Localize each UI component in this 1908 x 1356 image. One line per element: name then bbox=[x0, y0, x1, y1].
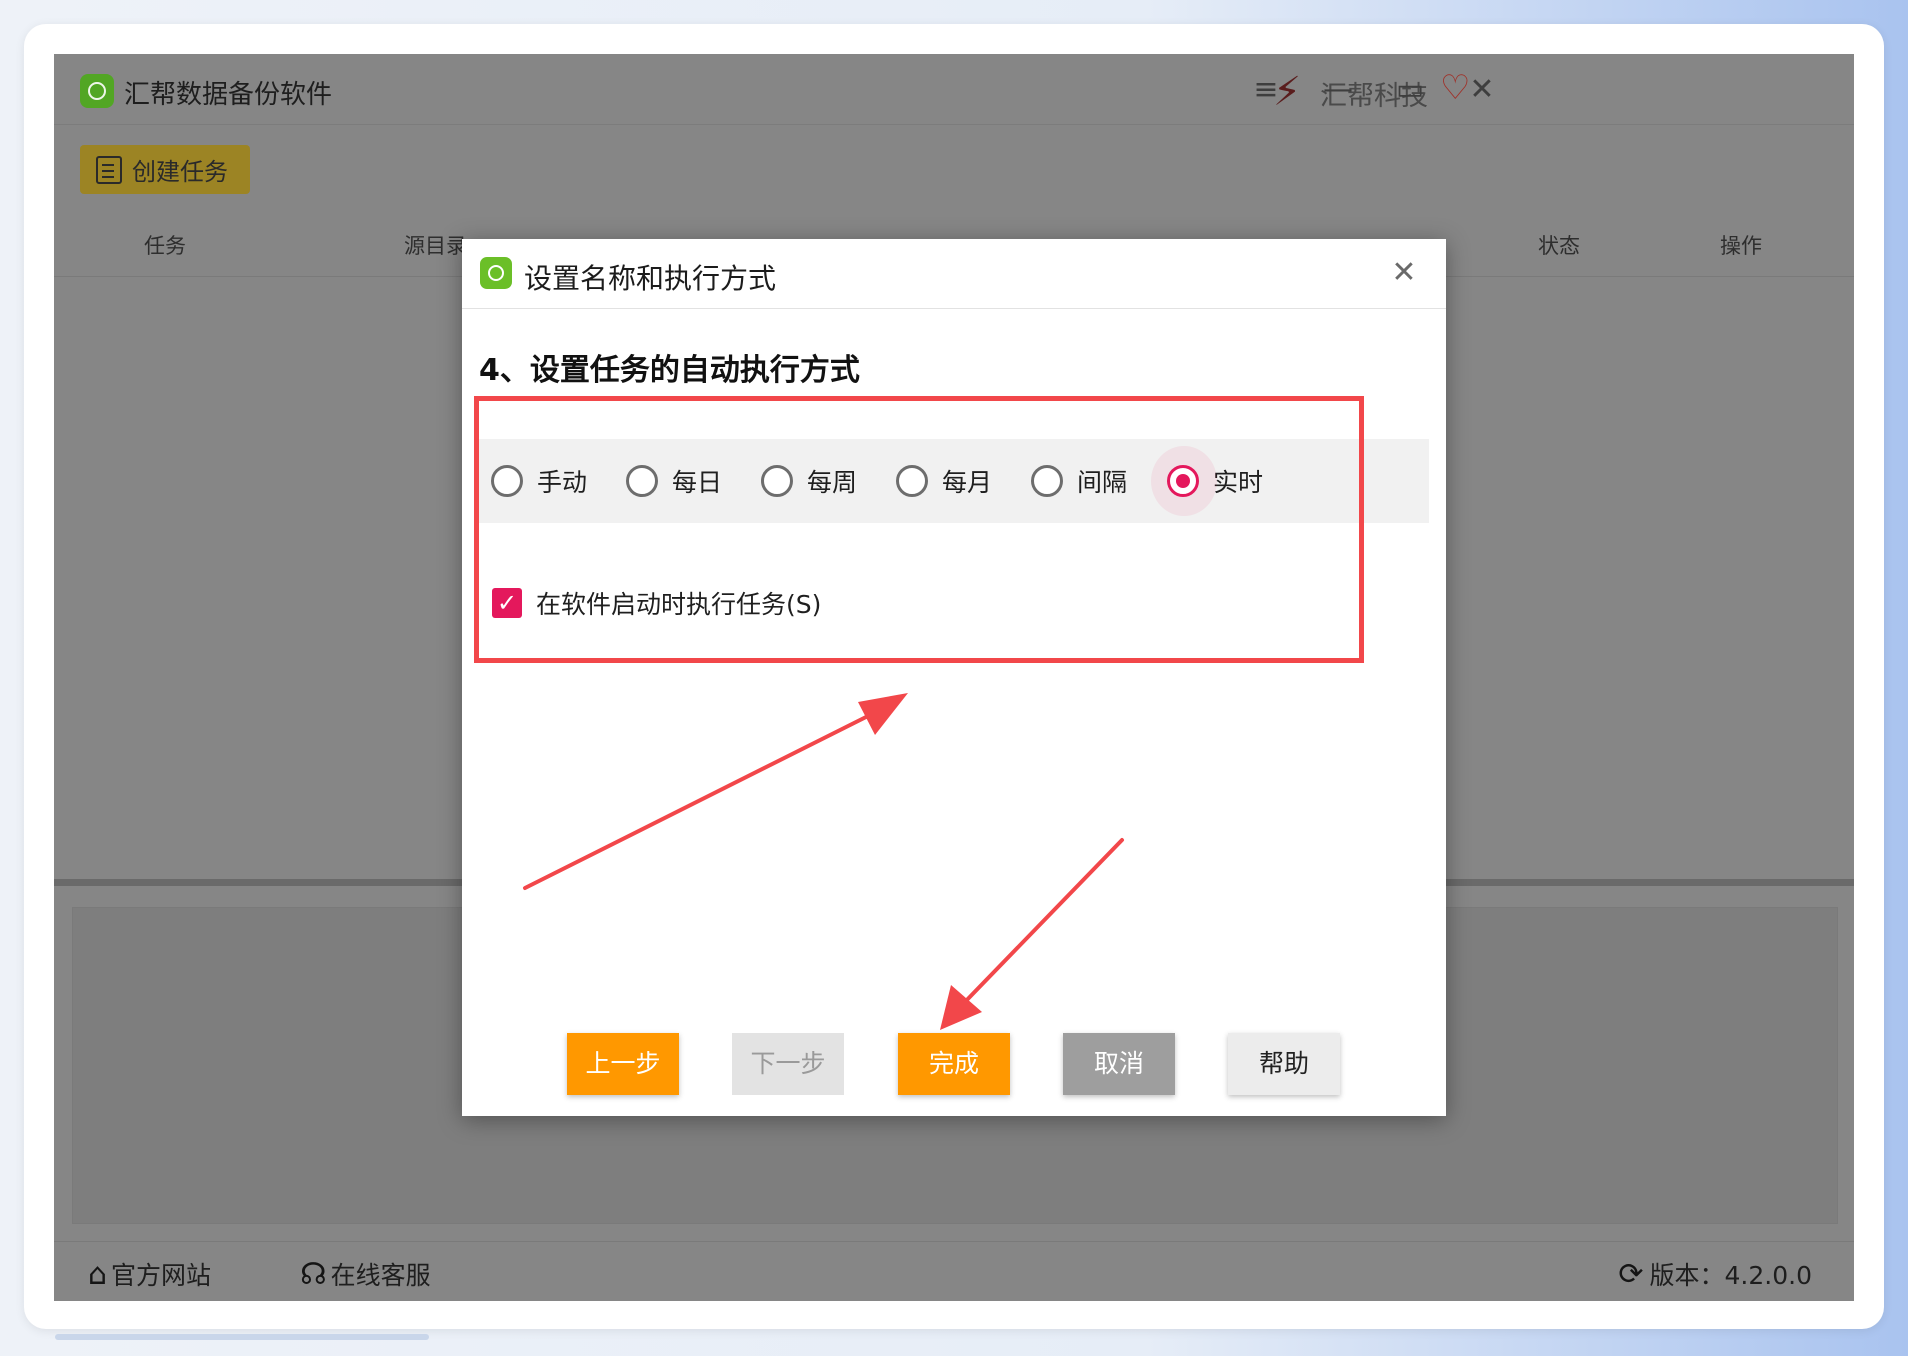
create-task-label: 创建任务 bbox=[132, 158, 228, 186]
app-logo-icon bbox=[80, 74, 114, 108]
version-label: 版本：4.2.0.0 bbox=[1649, 1261, 1812, 1290]
home-icon: ⌂ bbox=[88, 1256, 108, 1292]
step-heading: 4、设置任务的自动执行方式 bbox=[479, 353, 860, 388]
headset-icon: ☊ bbox=[300, 1256, 327, 1292]
dialog-title: 设置名称和执行方式 bbox=[524, 262, 777, 295]
website-label: 官方网站 bbox=[111, 1261, 212, 1290]
support-label: 在线客服 bbox=[330, 1261, 431, 1290]
column-task: 任务 bbox=[144, 234, 186, 258]
version-info: ⟳ 版本：4.2.0.0 bbox=[1618, 1256, 1812, 1292]
decorative-strip bbox=[55, 1334, 429, 1340]
app-titlebar: 汇帮数据备份软件 ⚡ 汇帮科技 ♡ ≡ — ▭ ✕ bbox=[54, 54, 1854, 125]
close-icon[interactable]: ✕ bbox=[1460, 68, 1504, 112]
maximize-icon[interactable]: ▭ bbox=[1388, 68, 1432, 112]
next-step-button[interactable]: 下一步 bbox=[732, 1033, 844, 1095]
schedule-dialog: 设置名称和执行方式 ✕ 4、设置任务的自动执行方式 手动 每日 每周 每月 间隔… bbox=[462, 239, 1446, 1116]
task-list-icon bbox=[96, 155, 122, 184]
cancel-button[interactable]: 取消 bbox=[1063, 1033, 1175, 1095]
column-status: 状态 bbox=[1538, 234, 1580, 258]
annotation-highlight-box bbox=[474, 396, 1364, 663]
finish-button[interactable]: 完成 bbox=[898, 1033, 1010, 1095]
create-task-button[interactable]: 创建任务 bbox=[80, 145, 250, 194]
dialog-titlebar: 设置名称和执行方式 ✕ bbox=[462, 239, 1446, 309]
official-website-link[interactable]: ⌂ 官方网站 bbox=[88, 1256, 211, 1292]
column-source-dir: 源目录 bbox=[404, 234, 467, 258]
menu-icon[interactable]: ≡ bbox=[1244, 68, 1288, 112]
refresh-icon[interactable]: ⟳ bbox=[1618, 1257, 1643, 1292]
statusbar: ⌂ 官方网站 ☊ 在线客服 ⟳ 版本：4.2.0.0 bbox=[54, 1241, 1854, 1301]
prev-step-button[interactable]: 上一步 bbox=[567, 1033, 679, 1095]
help-button[interactable]: 帮助 bbox=[1228, 1033, 1340, 1095]
minimize-icon[interactable]: — bbox=[1316, 68, 1360, 112]
column-actions: 操作 bbox=[1720, 234, 1762, 258]
dialog-close-icon[interactable]: ✕ bbox=[1384, 253, 1424, 293]
dialog-logo-icon bbox=[480, 257, 512, 289]
online-support-link[interactable]: ☊ 在线客服 bbox=[300, 1256, 431, 1292]
app-title: 汇帮数据备份软件 bbox=[124, 80, 333, 110]
